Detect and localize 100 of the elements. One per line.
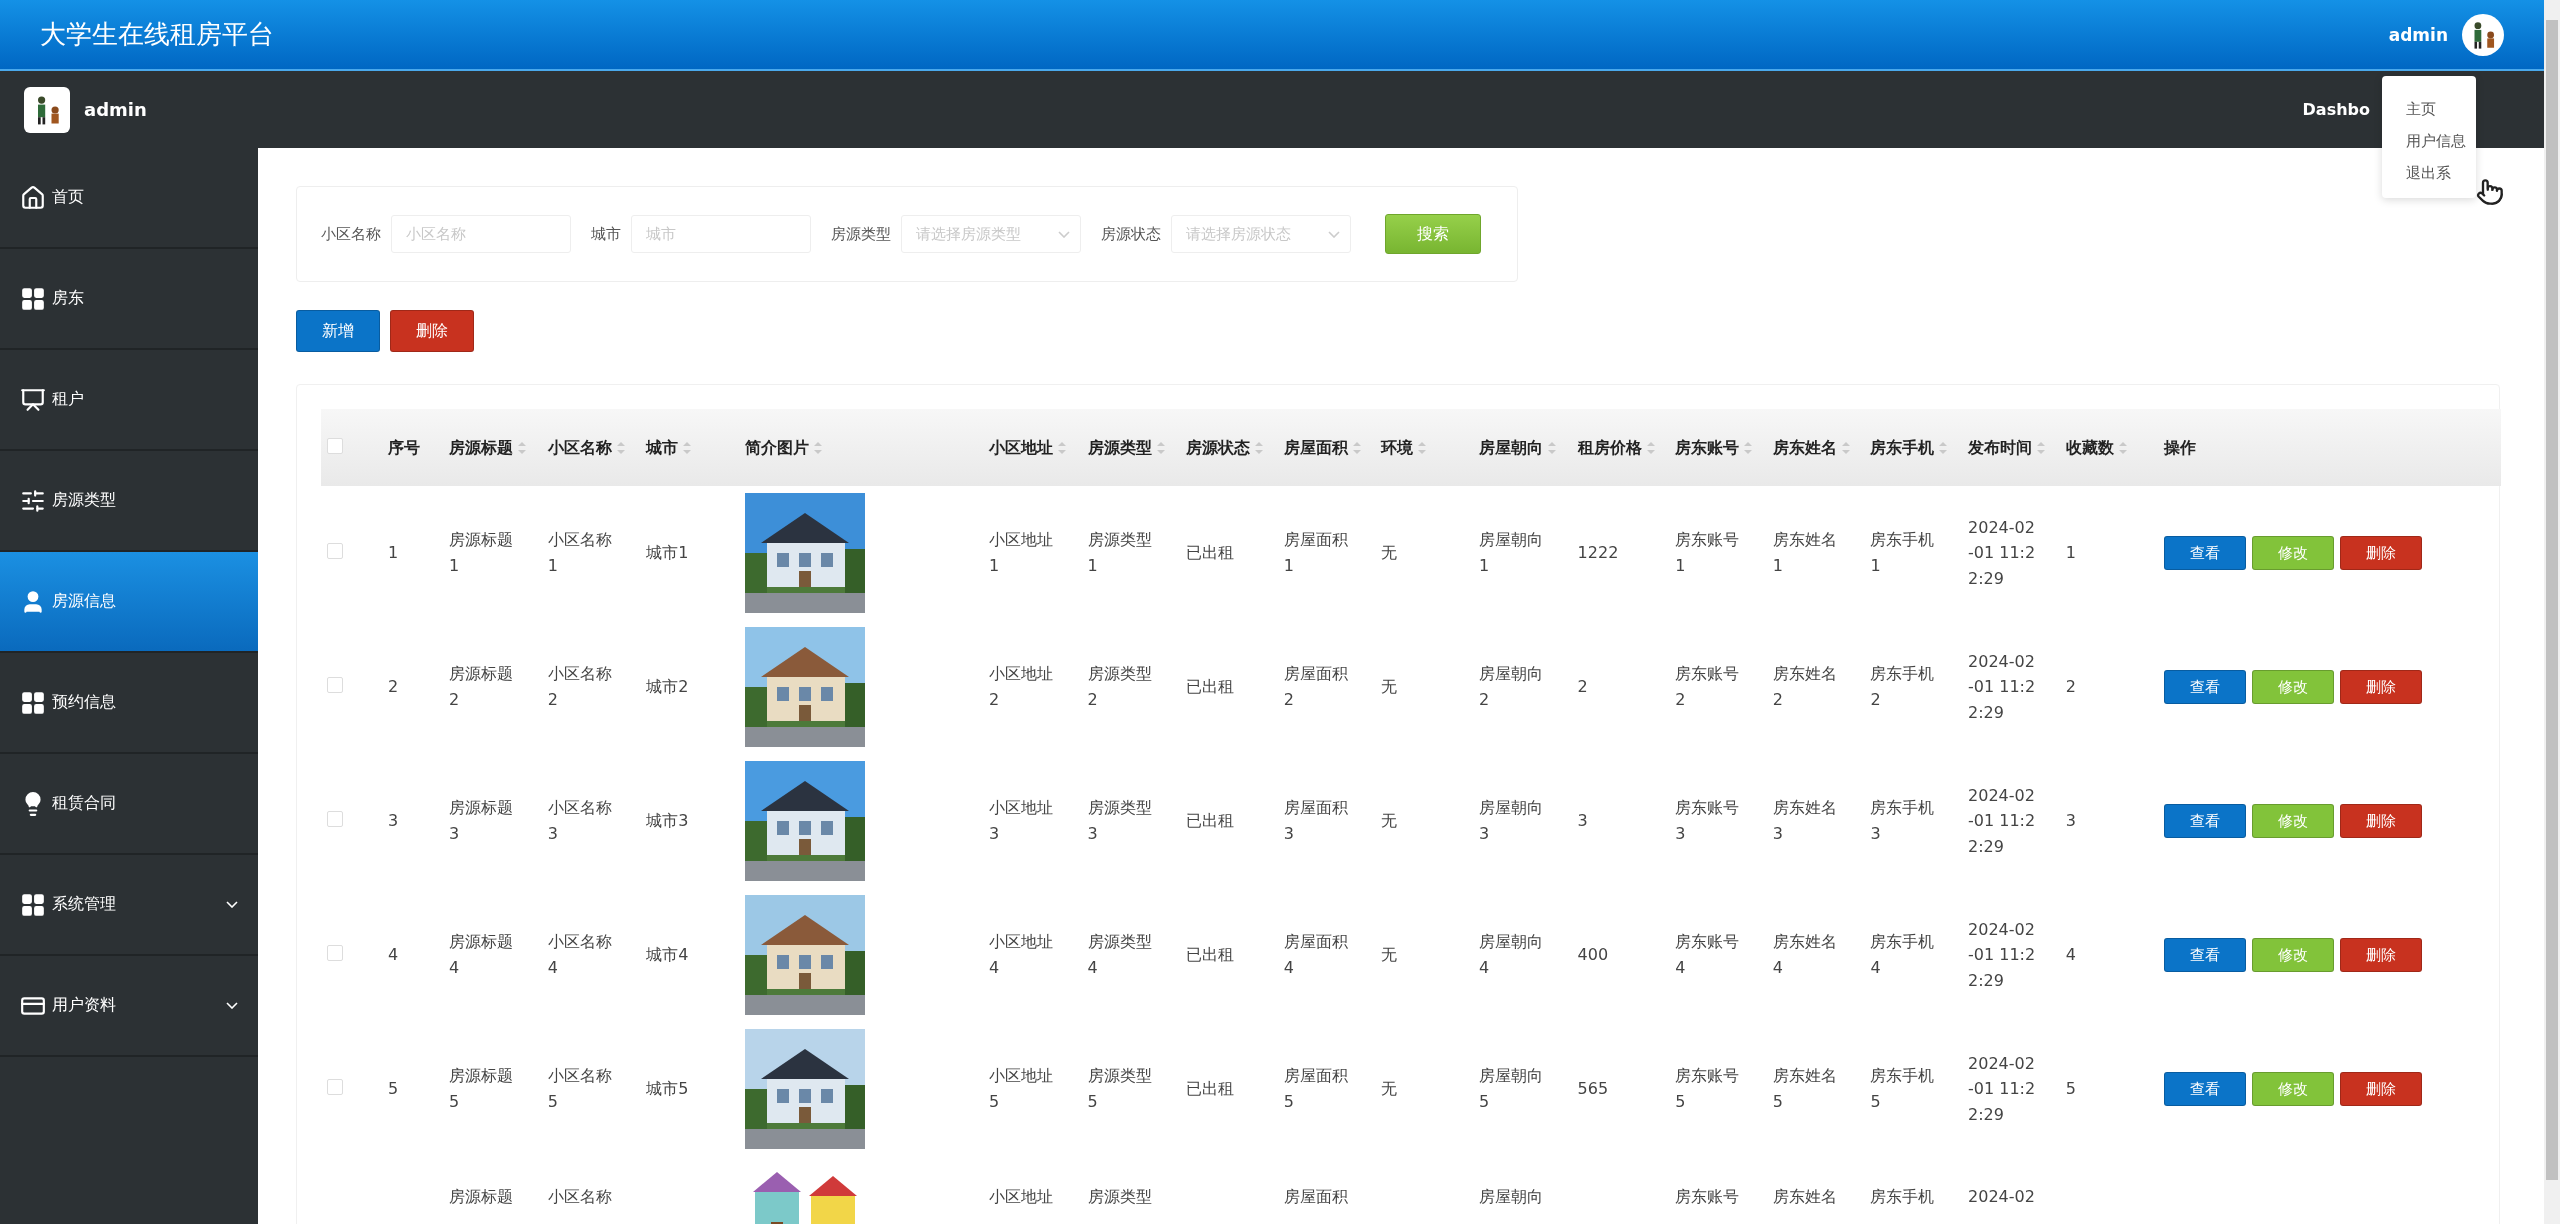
sort-icon[interactable] <box>1254 440 1265 457</box>
table-cell-text: 1222 <box>1577 542 1619 565</box>
table-cell-text: 4 <box>2065 944 2076 967</box>
sidebar-item[interactable]: 房源信息 <box>0 552 258 653</box>
menu-item[interactable]: 主页 <box>2382 94 2476 126</box>
table-cell-text: 房屋面积4 <box>1283 931 1349 979</box>
table-cell-text: 城市3 <box>646 810 689 833</box>
view-button[interactable]: 查看 <box>2164 670 2247 704</box>
table-cell-text: 2024-02-01 11:22:29 <box>1968 918 2037 992</box>
table-cell-text: 房屋面积 <box>1283 1186 1348 1208</box>
table-cell-text: 城市2 <box>646 676 689 699</box>
chevron-down-icon <box>226 1002 238 1009</box>
sort-icon[interactable] <box>1155 440 1166 457</box>
sort-icon[interactable] <box>812 440 823 457</box>
checkbox[interactable] <box>327 945 343 961</box>
table-cell-text: 2024-02-01 11:22:29 <box>1968 1052 2037 1126</box>
sort-icon[interactable] <box>1351 440 1362 457</box>
column-header: 城市 <box>646 436 679 459</box>
delete-button[interactable]: 删除 <box>390 310 474 352</box>
sort-icon[interactable] <box>1645 440 1656 457</box>
field-label: 房源类型 <box>831 224 891 244</box>
delete-button[interactable]: 删除 <box>2340 1072 2423 1106</box>
table-cell-text: 小区地址 <box>988 1186 1053 1208</box>
checkbox[interactable] <box>327 677 343 693</box>
menu-item[interactable]: 用户信息 <box>2382 126 2476 158</box>
column-header: 环境 <box>1381 436 1414 459</box>
delete-button[interactable]: 删除 <box>2340 938 2423 972</box>
table-cell-text: 房源标题1 <box>449 529 514 577</box>
table-cell-text: 房东账号4 <box>1675 931 1741 979</box>
user-name[interactable]: admin <box>2388 24 2448 45</box>
dashboard-link[interactable]: Dashbo <box>2302 100 2370 119</box>
sidebar-item[interactable]: 房东 <box>0 249 258 350</box>
table-cell-text: 2024-02 <box>1968 1186 2035 1208</box>
sidebar-item[interactable]: 系统管理 <box>0 855 258 956</box>
table-cell-text: 房东姓名3 <box>1772 797 1838 845</box>
delete-button[interactable]: 删除 <box>2340 670 2423 704</box>
table-cell-text: 房东手机3 <box>1870 797 1936 845</box>
table-cell-text: 无 <box>1381 1078 1398 1101</box>
column-header: 简介图片 <box>744 436 809 459</box>
delete-button[interactable]: 删除 <box>2340 804 2423 838</box>
column-header: 小区名称 <box>547 436 612 459</box>
column-header: 小区地址 <box>988 436 1053 459</box>
checkbox[interactable] <box>327 543 343 559</box>
view-button[interactable]: 查看 <box>2164 938 2247 972</box>
sidebar-item[interactable]: 预约信息 <box>0 653 258 754</box>
sort-icon[interactable] <box>1840 440 1851 457</box>
table-cell-text: 城市4 <box>646 944 689 967</box>
table-cell-text: 房屋面积5 <box>1283 1065 1349 1113</box>
checkbox[interactable] <box>327 1079 343 1095</box>
table-cell-text: 1 <box>388 542 399 565</box>
table-cell-text: 房东手机5 <box>1870 1065 1936 1113</box>
table-cell-text: 已出租 <box>1186 810 1235 833</box>
table-cell-text: 已出租 <box>1186 676 1235 699</box>
table-cell-text: 3 <box>2065 810 2076 833</box>
column-header: 操作 <box>2164 436 2197 459</box>
view-button[interactable]: 查看 <box>2164 1072 2247 1106</box>
column-header: 房东手机 <box>1870 436 1935 459</box>
table-cell-text: 3 <box>1577 810 1588 833</box>
sort-icon[interactable] <box>1743 440 1754 457</box>
sort-icon[interactable] <box>2117 440 2128 457</box>
view-button[interactable]: 查看 <box>2164 804 2247 838</box>
table-cell-text: 房屋朝向5 <box>1478 1065 1544 1113</box>
table-cell-text: 房屋朝向4 <box>1478 931 1544 979</box>
sort-icon[interactable] <box>1938 440 1949 457</box>
sidebar-item[interactable]: 租赁合同 <box>0 754 258 855</box>
table-cell-text: 房东手机2 <box>1870 663 1936 711</box>
menu-item[interactable]: 退出系 <box>2382 158 2476 190</box>
table-cell-text: 5 <box>388 1078 399 1101</box>
view-button[interactable]: 查看 <box>2164 536 2247 570</box>
sort-icon[interactable] <box>1056 440 1067 457</box>
sort-icon[interactable] <box>615 440 626 457</box>
sort-icon[interactable] <box>1417 440 1428 457</box>
sidebar-item[interactable]: 租户 <box>0 350 258 451</box>
signboard-icon <box>20 386 46 413</box>
table-cell-text: 已出租 <box>1186 542 1235 565</box>
checkbox[interactable] <box>327 437 343 454</box>
sidebar-item[interactable]: 用户资料 <box>0 956 258 1057</box>
sort-icon[interactable] <box>682 440 693 457</box>
table-cell-text: 房东账号 <box>1675 1186 1740 1208</box>
table-cell-text: 无 <box>1381 810 1398 833</box>
sort-icon[interactable] <box>2036 440 2047 457</box>
sliders-icon <box>20 487 46 514</box>
table-cell-text: 房东手机 <box>1870 1186 1935 1208</box>
table-cell-text: 2024-02-01 11:22:29 <box>1968 784 2037 858</box>
column-header: 房源类型 <box>1087 436 1152 459</box>
table-cell-text: 房屋朝向2 <box>1478 663 1544 711</box>
delete-button[interactable]: 删除 <box>2340 536 2423 570</box>
add-button[interactable]: 新增 <box>296 310 380 352</box>
checkbox[interactable] <box>327 811 343 827</box>
sort-icon[interactable] <box>1546 440 1557 457</box>
scrollbar[interactable] <box>2544 0 2560 1224</box>
column-header: 收藏数 <box>2065 436 2114 459</box>
sort-icon[interactable] <box>517 440 527 457</box>
table-cell-text: 小区名称2 <box>547 663 613 711</box>
field-label: 小区名称 <box>321 224 381 244</box>
avatar[interactable] <box>2462 13 2504 56</box>
chevron-down-icon <box>1058 230 1070 238</box>
table-cell-text: 小区名称 <box>547 1186 612 1208</box>
table-cell-text: 城市1 <box>646 542 689 565</box>
sidebar-item[interactable]: 首页 <box>0 148 258 249</box>
